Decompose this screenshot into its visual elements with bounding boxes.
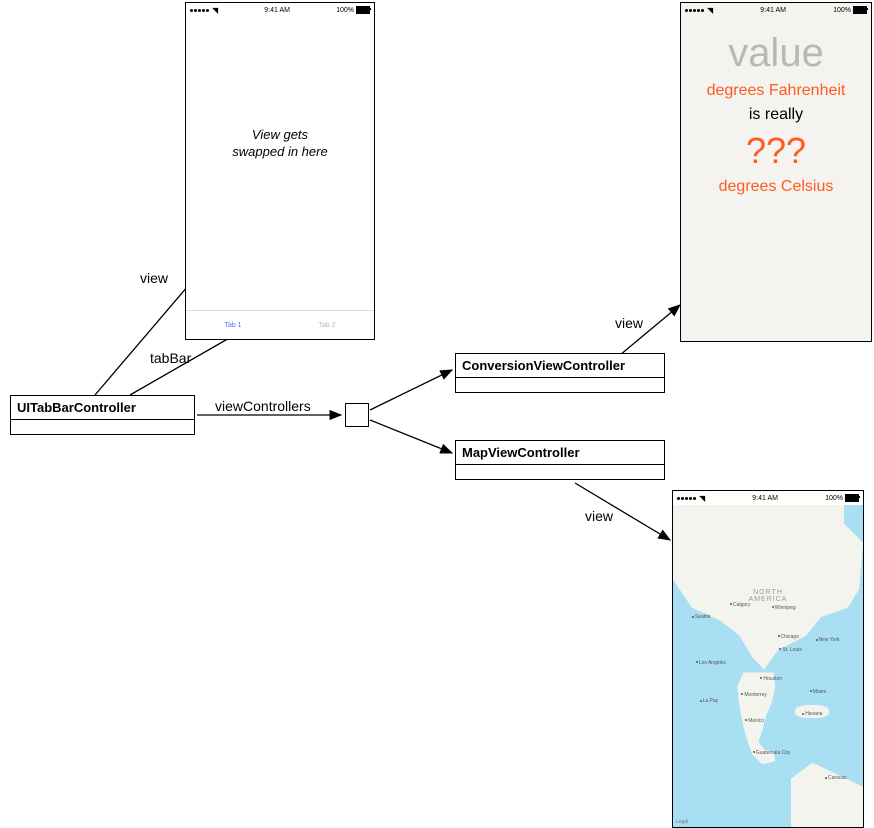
city-calgary: Calgary [730,602,750,608]
city-miami: Miami [810,689,826,695]
city-mexico: Mexico [745,718,764,724]
statusbar-time: 9:41 AM [760,7,786,14]
signal-dots-icon [685,7,705,14]
phone-body-map[interactable]: NORTH AMERICA Seattle Calgary Winnipeg C… [673,505,863,827]
conversion-value-placeholder[interactable]: value [728,31,824,76]
box-title-uitabbarcontroller: UITabBarController [11,396,194,420]
conversion-is-really-label: is really [749,106,803,124]
city-guatemala: Guatemala City [753,750,790,756]
arrow-label-view-3: view [585,508,613,524]
conversion-fahrenheit-label: degrees Fahrenheit [707,82,846,100]
battery-icon [356,6,370,14]
array-node [345,403,369,427]
map-legal-link[interactable]: Legal [676,819,688,825]
statusbar-battery-pct: 100% [825,495,843,502]
conversion-result-placeholder: ??? [746,130,806,172]
arrow-label-viewcontrollers: viewControllers [215,398,311,414]
arrow-label-view-2: view [615,315,643,331]
swap-in-text: View gets swapped in here [186,17,374,310]
statusbar-map-phone: ◥ 9:41 AM 100% [673,491,863,505]
city-losangeles: Los Angeles [696,660,726,666]
battery-icon [853,6,867,14]
box-title-conversion-vc: ConversionViewController [456,354,664,378]
city-caracas: Caracas [825,775,847,781]
statusbar-conversion-phone: ◥ 9:41 AM 100% [681,3,871,17]
phone-body-conversion: value degrees Fahrenheit is really ??? d… [681,17,871,341]
box-title-map-vc: MapViewController [456,441,664,465]
box-body-conversion-vc [456,378,664,392]
arrow-label-view-1: view [140,270,168,286]
tab-1[interactable]: Tab 1 [186,311,280,339]
statusbar-time: 9:41 AM [752,495,778,502]
city-stlouis: St. Louis [779,647,801,653]
tab-2[interactable]: Tab 2 [280,311,374,339]
city-newyork: New York [816,637,840,643]
statusbar-tabbar-phone: ◥ 9:41 AM 100% [186,3,374,17]
box-conversion-vc: ConversionViewController [455,353,665,393]
statusbar-battery-pct: 100% [336,7,354,14]
conversion-celsius-label: degrees Celsius [719,178,834,196]
signal-dots-icon [677,495,697,502]
tabbar: Tab 1 Tab 2 [186,310,374,339]
city-winnipeg: Winnipeg [772,605,796,611]
diagram-canvas: view tabBar viewControllers view view UI… [0,0,874,828]
phone-map: ◥ 9:41 AM 100% NORTH AMERICA Seattle Cal… [672,490,864,828]
arrow-label-tabbar: tabBar [150,350,191,366]
box-body-map-vc [456,465,664,479]
city-lapaz: La Paz [700,698,719,704]
city-havana: Havana [802,711,822,717]
map-label-continent: NORTH AMERICA [749,589,788,603]
box-map-vc: MapViewController [455,440,665,480]
box-uitabbarcontroller: UITabBarController [10,395,195,435]
city-chicago: Chicago [778,634,799,640]
box-body-uitabbarcontroller [11,420,194,434]
wifi-icon: ◥ [699,494,705,503]
wifi-icon: ◥ [212,6,218,15]
phone-body-tabbar: View gets swapped in here Tab 1 Tab 2 [186,17,374,339]
city-houston: Houston [760,676,782,682]
city-monterrey: Monterrey [741,692,767,698]
battery-icon [845,494,859,502]
signal-dots-icon [190,7,210,14]
statusbar-time: 9:41 AM [264,7,290,14]
statusbar-battery-pct: 100% [833,7,851,14]
phone-conversion: ◥ 9:41 AM 100% value degrees Fahrenheit … [680,2,872,342]
city-seattle: Seattle [692,614,711,620]
phone-tabbar: ◥ 9:41 AM 100% View gets swapped in here… [185,2,375,340]
wifi-icon: ◥ [707,6,713,15]
